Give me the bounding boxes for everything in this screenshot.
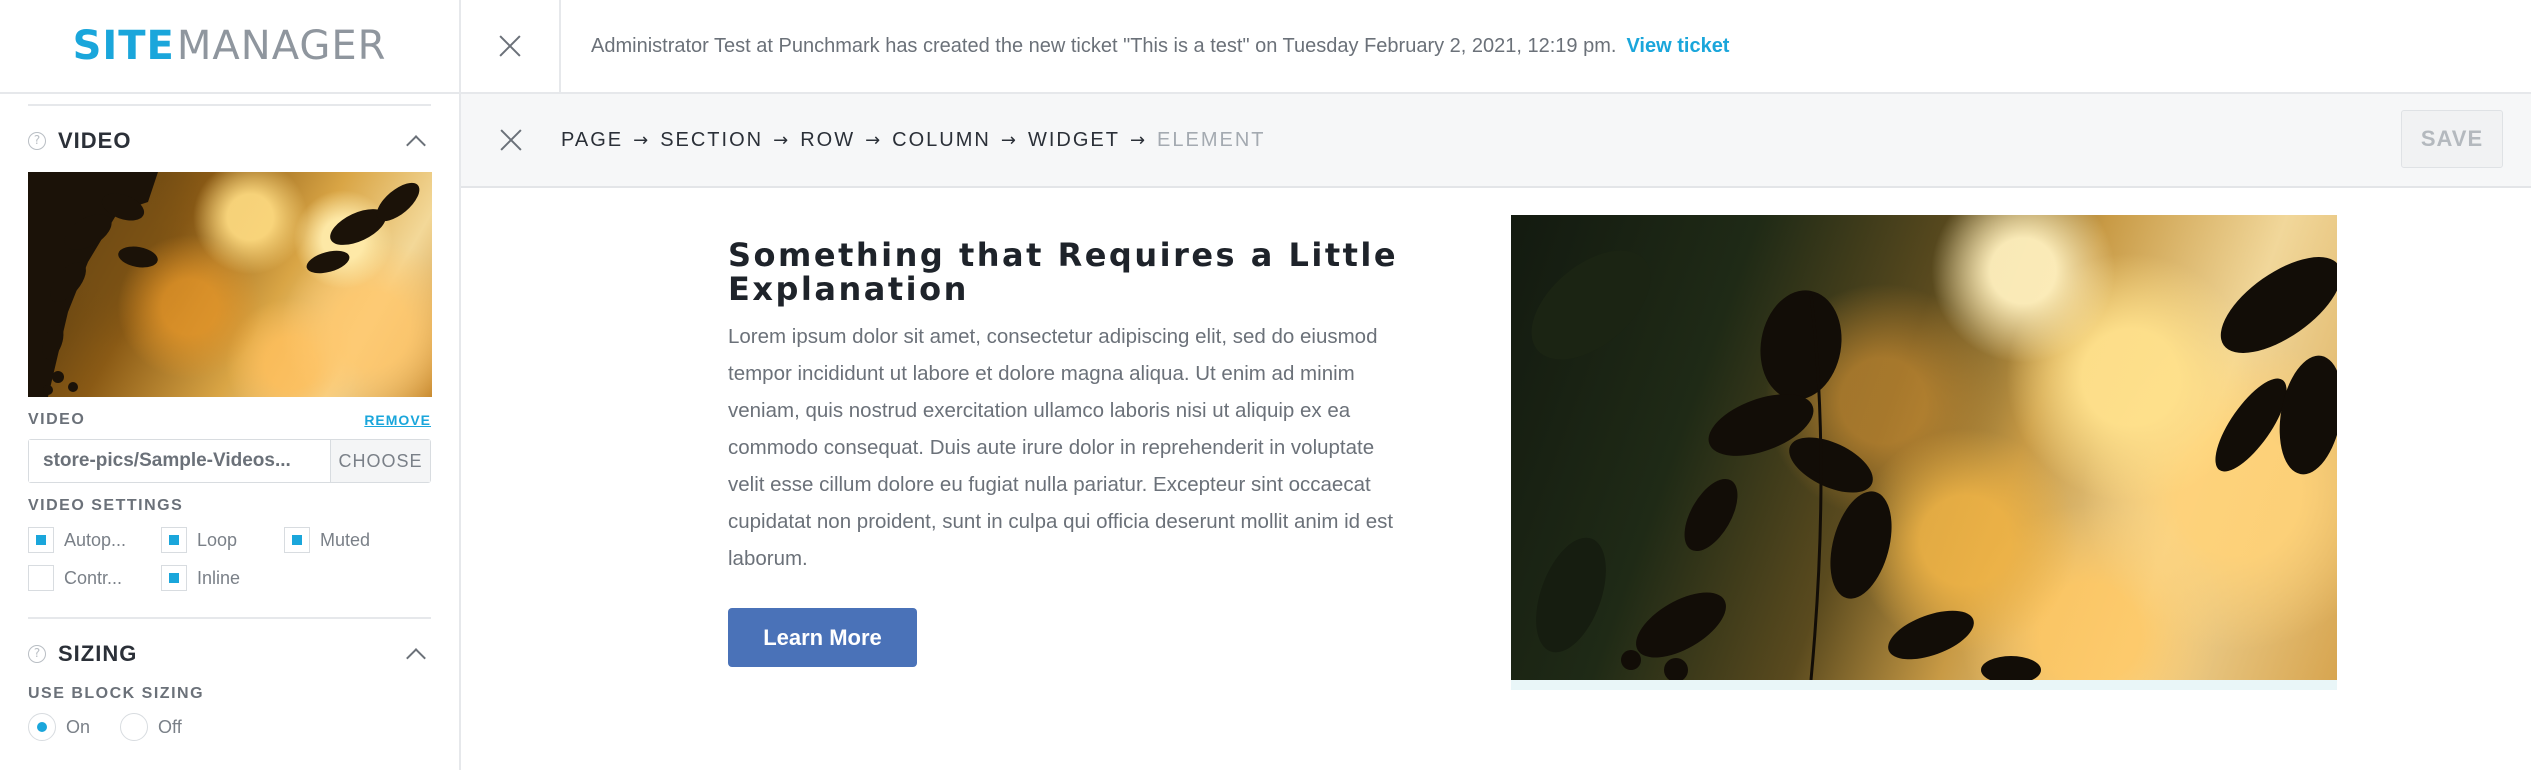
help-icon[interactable]: ? [28, 132, 46, 150]
video-path-field: CHOOSE [28, 439, 431, 483]
checkbox-muted[interactable]: Muted [284, 527, 432, 553]
hero-video-caption-strip [1511, 680, 2337, 690]
video-settings-label: VIDEO SETTINGS [28, 497, 184, 514]
checkbox-label: Contr... [64, 567, 123, 588]
save-button[interactable]: SAVE [2401, 110, 2503, 168]
checkbox-box[interactable] [28, 527, 54, 553]
site-manager-app: SITE MANAGER ? VIDEO VIDEO REMOVE store-… [0, 0, 2531, 770]
checkbox-box[interactable] [28, 565, 54, 591]
checkbox-box[interactable] [284, 527, 310, 553]
editor-close-button[interactable] [461, 128, 561, 152]
arrow-right-icon: → [633, 129, 651, 151]
page-preview: Something that Requires a Little Explana… [461, 188, 2531, 770]
notification-text: Administrator Test at Punchmark has crea… [591, 34, 1617, 57]
breadcrumb-column[interactable]: COLUMN [892, 129, 991, 152]
close-icon[interactable] [499, 128, 523, 152]
breadcrumb-row[interactable]: ROW [800, 129, 855, 152]
arrow-right-icon: → [773, 129, 791, 151]
content-body-text: Lorem ipsum dolor sit amet, consectetur … [728, 325, 1394, 570]
sizing-section-title: SIZING [58, 641, 138, 666]
editor-breadcrumb-bar: PAGE → SECTION → ROW → COLUMN → WIDGET →… [461, 94, 2531, 188]
hero-video[interactable] [1511, 215, 2337, 680]
video-field-label: VIDEO [28, 411, 86, 428]
checkbox-loop[interactable]: Loop [161, 527, 284, 553]
checkbox-label: Inline [197, 567, 241, 588]
content-headline: Something that Requires a Little Explana… [728, 236, 1399, 308]
radio-label: On [66, 716, 91, 737]
checkbox-controls[interactable]: Contr... [28, 565, 161, 591]
breadcrumb: PAGE → SECTION → ROW → COLUMN → WIDGET →… [561, 129, 1266, 152]
block-sizing-label: USE BLOCK SIZING [28, 685, 205, 702]
radio-circle[interactable] [120, 713, 149, 741]
help-icon[interactable]: ? [28, 645, 46, 663]
close-icon[interactable] [498, 34, 522, 58]
divider [28, 104, 431, 106]
checkbox-label: Autop... [64, 529, 127, 550]
site-manager-logo[interactable]: SITE MANAGER [0, 0, 459, 94]
notification-bar: Administrator Test at Punchmark has crea… [461, 0, 2531, 94]
video-settings-checkboxes: Autop... Loop Muted Contr... Inline [28, 527, 431, 591]
view-ticket-link[interactable]: View ticket [1626, 35, 1729, 58]
radio-on[interactable]: On [28, 713, 90, 741]
remove-video-link[interactable]: REMOVE [364, 412, 431, 428]
checkbox-box[interactable] [161, 527, 187, 553]
chevron-up-icon[interactable] [406, 135, 426, 155]
divider [28, 617, 431, 619]
chevron-up-icon[interactable] [406, 648, 426, 668]
arrow-right-icon: → [865, 129, 883, 151]
video-section-title: VIDEO [58, 128, 132, 153]
learn-more-button[interactable]: Learn More [728, 608, 917, 667]
arrow-right-icon: → [1000, 129, 1018, 151]
checkbox-autoplay[interactable]: Autop... [28, 527, 161, 553]
radio-label: Off [158, 716, 182, 737]
video-thumbnail [28, 172, 432, 397]
notification-close-button[interactable] [461, 0, 561, 93]
radio-off[interactable]: Off [120, 713, 182, 741]
checkbox-box[interactable] [161, 565, 187, 591]
sidebar: SITE MANAGER ? VIDEO VIDEO REMOVE store-… [0, 0, 461, 770]
breadcrumb-section[interactable]: SECTION [660, 129, 763, 152]
sizing-section-header[interactable]: ? SIZING [28, 629, 431, 679]
breadcrumb-widget[interactable]: WIDGET [1028, 129, 1120, 152]
video-section-header[interactable]: ? VIDEO [28, 116, 431, 166]
block-sizing-radio-group: On Off [28, 713, 431, 741]
video-path-input[interactable] [29, 440, 330, 482]
logo-manager-text: MANAGER [176, 23, 387, 69]
radio-circle[interactable] [28, 713, 56, 741]
checkbox-inline[interactable]: Inline [161, 565, 284, 591]
checkbox-label: Muted [320, 529, 371, 550]
checkbox-label: Loop [197, 529, 238, 550]
arrow-right-icon: → [1129, 129, 1148, 151]
breadcrumb-page[interactable]: PAGE [561, 129, 623, 152]
breadcrumb-element: ELEMENT [1157, 128, 1266, 151]
logo-site-text: SITE [72, 23, 175, 69]
choose-video-button[interactable]: CHOOSE [330, 440, 430, 482]
